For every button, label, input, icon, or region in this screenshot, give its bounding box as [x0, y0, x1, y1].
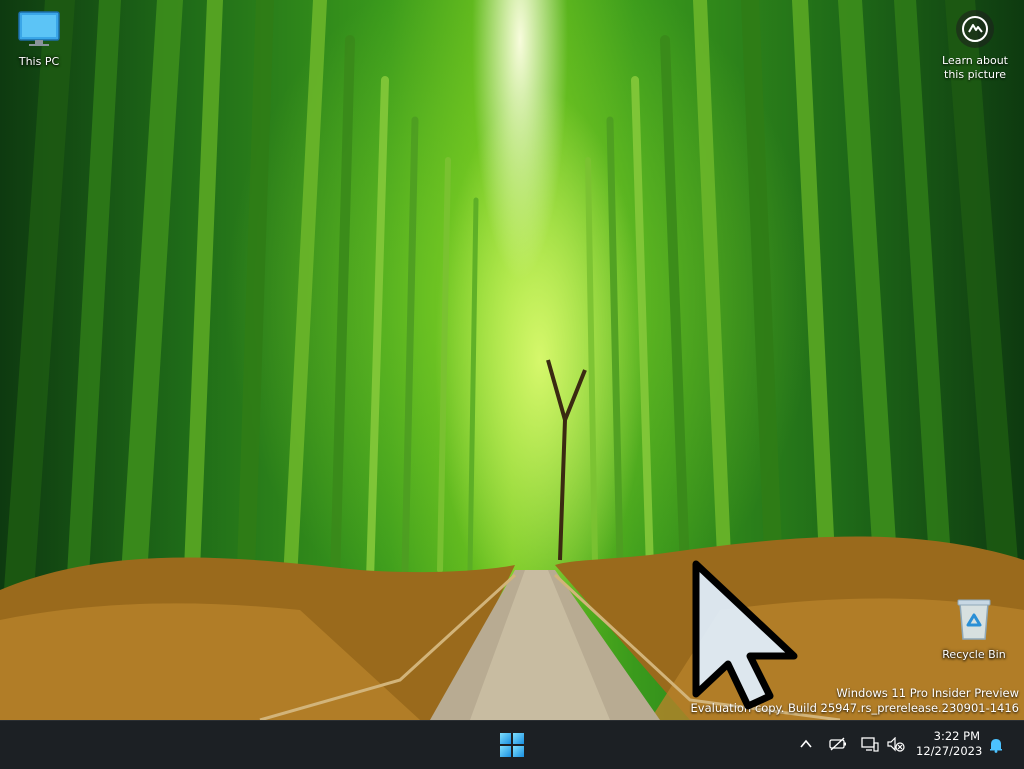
- recycle-bin-icon: [957, 599, 991, 640]
- desktop-icon-recycle-bin[interactable]: Recycle Bin: [934, 597, 1014, 661]
- learn-about-label-1: Learn about: [942, 54, 1008, 67]
- bamboo-forest-wallpaper: [0, 0, 1024, 720]
- network-icon[interactable]: [861, 737, 879, 753]
- desktop-icon-label: Recycle Bin: [942, 648, 1006, 661]
- taskbar: 3:22 PM 12/27/2023: [0, 720, 1024, 769]
- this-pc-icon: [18, 11, 60, 46]
- notification-bell-icon[interactable]: [988, 737, 1004, 753]
- battery-icon[interactable]: [829, 737, 847, 751]
- desktop-icon-label: This PC: [18, 55, 60, 68]
- clock-time: 3:22 PM: [933, 729, 980, 743]
- volume-muted-icon[interactable]: [887, 737, 905, 753]
- learn-about-picture-button[interactable]: Learn about this picture: [934, 10, 1016, 82]
- windows-start-icon[interactable]: [500, 733, 524, 757]
- chevron-up-icon[interactable]: [799, 737, 813, 751]
- spotlight-camera-icon: [956, 10, 994, 48]
- mouse-cursor-icon: [692, 560, 798, 710]
- clock-date: 12/27/2023: [916, 744, 983, 758]
- learn-about-label-2: this picture: [944, 68, 1006, 81]
- desktop-icon-this-pc[interactable]: This PC: [0, 10, 79, 68]
- desktop-wallpaper: This PC Learn about this picture Recycle…: [0, 0, 1024, 720]
- system-clock[interactable]: 3:22 PM 12/27/2023: [916, 729, 983, 759]
